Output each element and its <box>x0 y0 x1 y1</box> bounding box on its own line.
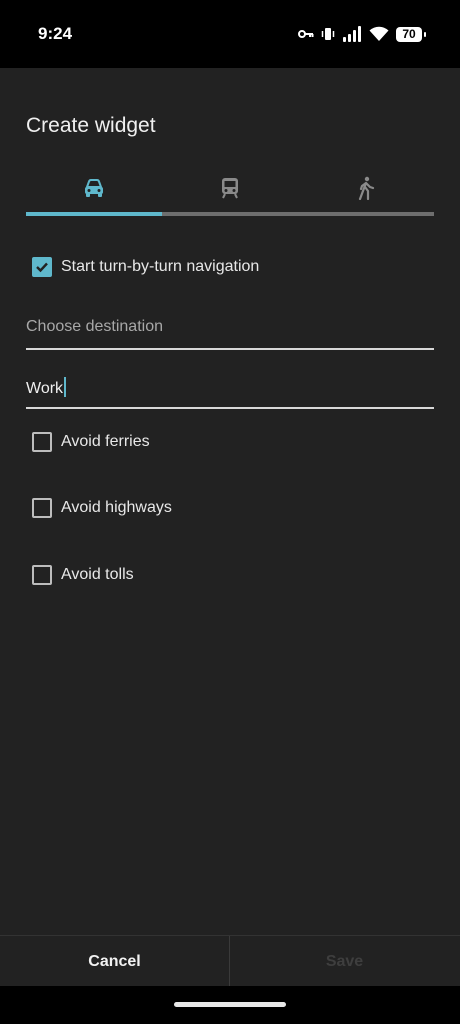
destination-value-text: Work <box>26 380 64 397</box>
cellular-signal-icon <box>343 26 361 42</box>
destination-value: Work <box>26 377 67 398</box>
status-bar: 9:24 70 <box>0 0 460 68</box>
checkmark-icon <box>36 262 48 273</box>
checkbox-unchecked <box>32 432 52 452</box>
avoid-highways-checkbox[interactable]: Avoid highways <box>32 495 172 521</box>
status-icons: 70 <box>298 24 426 44</box>
tab-transit[interactable] <box>162 164 298 212</box>
start-navigation-checkbox[interactable]: Start turn-by-turn navigation <box>32 254 259 280</box>
status-time: 9:24 <box>38 24 73 43</box>
avoid-highways-label: Avoid highways <box>61 499 172 516</box>
battery-indicator: 70 <box>396 26 426 42</box>
cancel-button[interactable]: Cancel <box>0 936 229 987</box>
save-button[interactable]: Save <box>230 936 459 987</box>
wifi-icon <box>369 26 389 41</box>
vpn-key-icon <box>298 30 314 38</box>
choose-destination-field[interactable]: Choose destination <box>26 308 434 350</box>
tab-walking[interactable] <box>298 164 434 212</box>
destination-input[interactable]: Work <box>26 367 434 409</box>
avoid-tolls-checkbox[interactable]: Avoid tolls <box>32 562 134 588</box>
tab-indicator-track <box>26 212 434 216</box>
vibrate-icon <box>321 28 335 40</box>
text-cursor <box>64 377 67 397</box>
car-icon <box>85 179 103 197</box>
choose-destination-placeholder: Choose destination <box>26 318 163 335</box>
tab-driving[interactable] <box>26 164 162 212</box>
avoid-tolls-label: Avoid tolls <box>61 566 134 583</box>
home-indicator[interactable] <box>174 1002 286 1007</box>
checkbox-unchecked <box>32 498 52 518</box>
dialog-title: Create widget <box>26 114 156 137</box>
dialog-footer: Cancel Save <box>0 935 460 987</box>
transport-mode-tabs <box>26 164 434 216</box>
create-widget-dialog: Create widget Start turn-by-turn navigat… <box>0 68 460 987</box>
train-icon <box>222 178 238 199</box>
avoid-ferries-checkbox[interactable]: Avoid ferries <box>32 429 150 455</box>
navigation-bar <box>0 986 460 1024</box>
start-navigation-label: Start turn-by-turn navigation <box>61 258 260 275</box>
checkbox-unchecked <box>32 565 52 585</box>
checkbox-checked <box>32 257 52 277</box>
tab-indicator-active <box>26 212 162 216</box>
avoid-ferries-label: Avoid ferries <box>61 433 150 450</box>
walk-icon <box>358 176 375 200</box>
